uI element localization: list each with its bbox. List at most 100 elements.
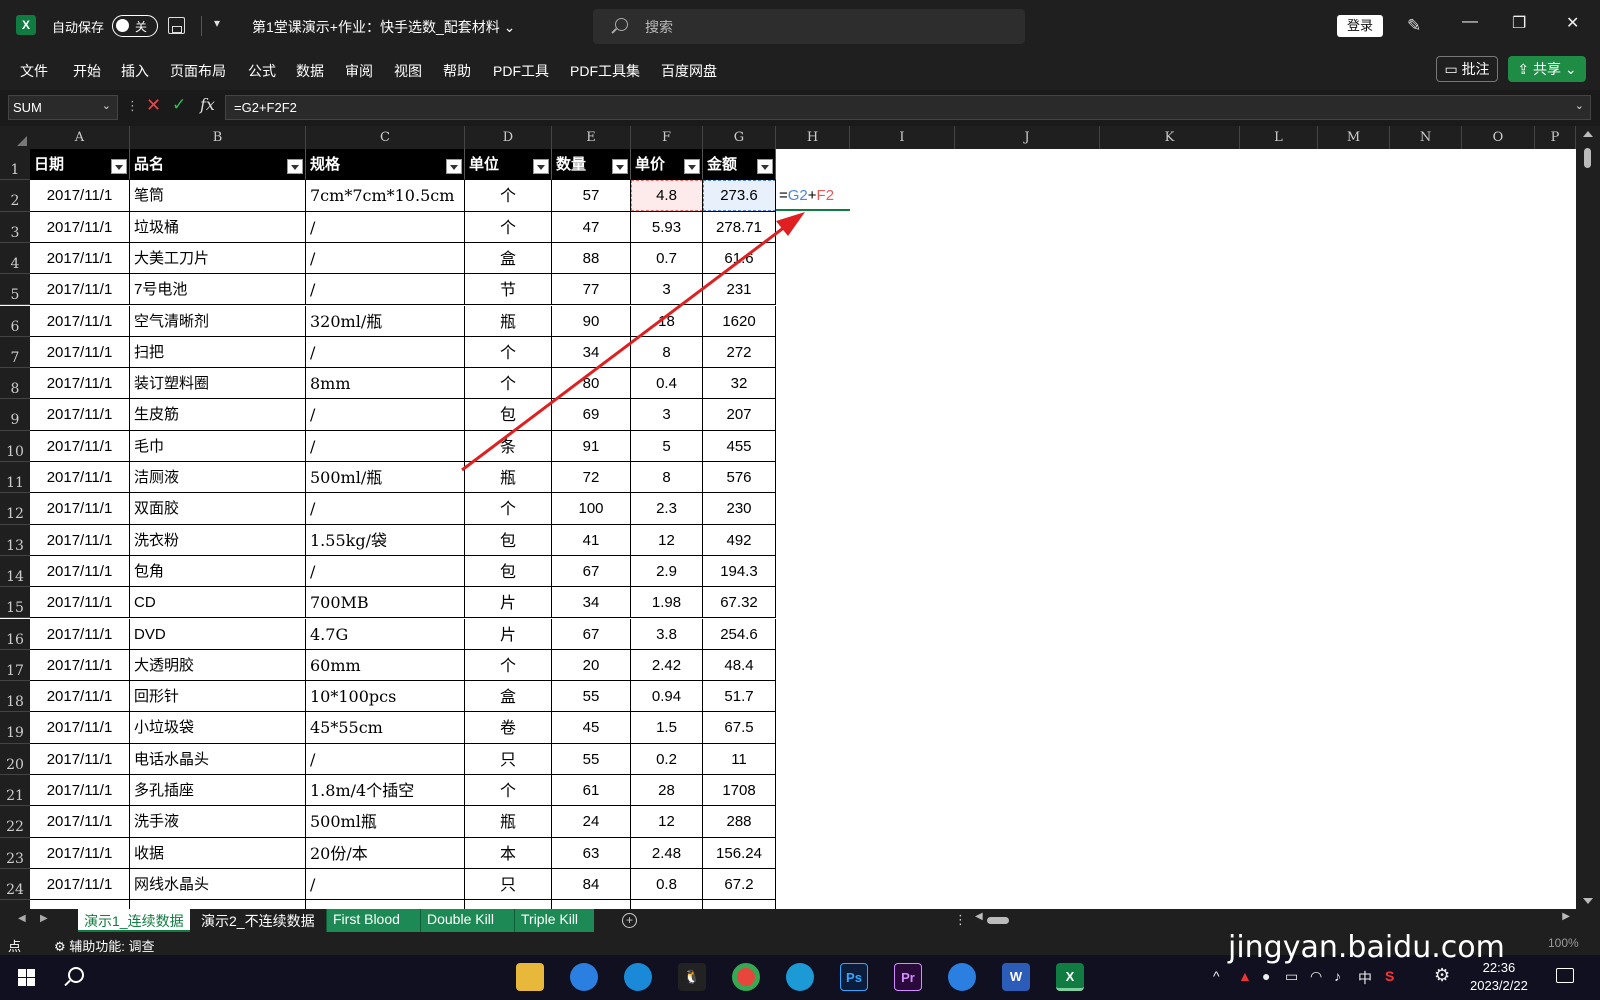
scroll-right-icon[interactable]: ▶ <box>1562 911 1570 922</box>
wifi-icon[interactable]: ◠ <box>1310 968 1322 985</box>
formula-bar: SUM ⌄ ⋮ ✕ ✓ fx =G2+F2F2 ⌄ <box>0 90 1600 126</box>
menu-home[interactable]: 开始 <box>73 61 101 81</box>
expand-formula-icon[interactable]: ⌄ <box>1575 99 1584 112</box>
sheet-tab-5[interactable]: Triple Kill <box>514 909 594 932</box>
tray-qq-icon[interactable]: ● <box>1262 968 1270 984</box>
accessibility-icon: ⚙ <box>54 939 66 954</box>
add-sheet-icon[interactable]: + <box>622 913 637 928</box>
share-label: 共享 <box>1533 61 1561 77</box>
watermark-url: jingyan.baidu.com <box>1228 930 1505 965</box>
qq-browser-2-app-icon[interactable] <box>948 963 976 991</box>
sogou-ime-icon[interactable]: S <box>1385 968 1394 984</box>
settings-gear-icon[interactable]: ⚙ <box>1434 965 1450 986</box>
search-placeholder: 搜索 <box>645 19 673 35</box>
sheet-tab-1[interactable]: 演示1_连续数据 <box>78 909 190 932</box>
qat-separator <box>201 16 202 36</box>
excel-app-icon[interactable]: X <box>1056 963 1084 991</box>
share-button[interactable]: ⇪ 共享 ⌄ <box>1508 56 1586 82</box>
chevron-down-icon[interactable]: ⌄ <box>102 99 111 112</box>
menu-pdf-tools[interactable]: PDF工具 <box>493 61 549 81</box>
sheet-tab-3[interactable]: First Blood <box>326 909 420 932</box>
share-icon: ⇪ <box>1517 61 1530 77</box>
minimize-button[interactable]: — <box>1462 13 1478 31</box>
menu-view[interactable]: 视图 <box>394 61 422 81</box>
menu-file[interactable]: 文件 <box>20 61 48 81</box>
confirm-entry-icon[interactable]: ✓ <box>172 95 186 115</box>
tab-splitter-icon[interactable]: ⋮ <box>954 912 967 928</box>
status-mode: 点 <box>8 939 22 954</box>
tray-device-icon[interactable]: ▭ <box>1285 968 1298 985</box>
edge-app-icon[interactable] <box>624 963 652 991</box>
annotation-arrow <box>461 212 805 472</box>
sheet-tab-4[interactable]: Double Kill <box>420 909 514 932</box>
notification-icon[interactable] <box>1556 968 1574 983</box>
taskbar-search-icon[interactable] <box>68 967 84 983</box>
autosave-toggle[interactable]: 关 <box>112 15 158 37</box>
folder-app-icon[interactable] <box>516 963 544 991</box>
accessibility-status[interactable]: ⚙ 辅助功能: 调查 <box>54 936 155 955</box>
worksheet-grid[interactable]: ABCDEFGHIJKLMNOP 1 2 3 4 5 6 7 8 9 10 11 12 13 14 15 16… <box>0 126 1600 909</box>
tray-app-icon[interactable]: ▲ <box>1238 968 1252 984</box>
comment-icon: ▭ <box>1444 61 1458 77</box>
scroll-up-icon[interactable] <box>1583 131 1593 137</box>
autosave-state: 关 <box>135 20 148 34</box>
search-input[interactable]: 搜索 <box>593 9 1025 44</box>
prev-sheet-icon[interactable]: ◀ <box>18 913 26 924</box>
login-button[interactable]: 登录 <box>1337 15 1383 37</box>
word-app-icon[interactable]: W <box>1002 963 1030 991</box>
clock-date: 2023/2/22 <box>1470 978 1528 993</box>
ribbon-menu: 文件 开始 插入 页面布局 公式 数据 审阅 视图 帮助 PDF工具 PDF工具… <box>0 52 1600 90</box>
title-bar: X 自动保存 关 ▾ 第1堂课演示+作业：快手选数_配套材料 ⌄ 搜索 登录 ✎… <box>0 0 1600 52</box>
menu-page-layout[interactable]: 页面布局 <box>170 61 226 81</box>
menu-data[interactable]: 数据 <box>296 61 324 81</box>
vertical-scrollbar[interactable] <box>1576 126 1600 909</box>
menu-formulas[interactable]: 公式 <box>248 61 276 81</box>
name-box-value: SUM <box>13 100 42 115</box>
menu-insert[interactable]: 插入 <box>121 61 149 81</box>
menu-review[interactable]: 审阅 <box>345 61 373 81</box>
vertical-scroll-thumb[interactable] <box>1584 148 1591 168</box>
sheet-tab-2[interactable]: 演示2_不连续数据 <box>195 909 321 932</box>
menu-baidu-pan[interactable]: 百度网盘 <box>661 61 717 81</box>
premiere-app-icon[interactable]: Pr <box>894 963 922 991</box>
windows-start-icon[interactable] <box>18 969 35 986</box>
insert-function-icon[interactable]: fx <box>200 95 215 114</box>
formula-bar-grip-icon[interactable]: ⋮ <box>126 98 139 114</box>
accessibility-label: 辅助功能: 调查 <box>69 939 155 954</box>
chrome-app-icon[interactable] <box>732 963 760 991</box>
toggle-knob <box>116 19 129 32</box>
customize-qat-icon[interactable]: ▾ <box>214 16 220 30</box>
menu-help[interactable]: 帮助 <box>443 61 471 81</box>
document-title[interactable]: 第1堂课演示+作业：快手选数_配套材料 ⌄ <box>252 17 515 37</box>
qq-browser-app-icon[interactable] <box>570 963 598 991</box>
pen-icon[interactable]: ✎ <box>1407 16 1421 36</box>
save-icon[interactable] <box>168 17 185 34</box>
formula-input[interactable]: =G2+F2F2 ⌄ <box>225 95 1591 120</box>
qq-app-icon[interactable]: 🐧 <box>678 963 706 991</box>
formula-text: =G2+F2F2 <box>234 100 297 115</box>
scroll-left-icon[interactable]: ◀ <box>975 911 983 922</box>
volume-icon[interactable]: ♪ <box>1334 968 1341 984</box>
scroll-down-icon[interactable] <box>1583 898 1593 904</box>
ime-indicator[interactable]: 中 <box>1358 968 1372 988</box>
horizontal-scroll-thumb[interactable] <box>987 917 1009 924</box>
tray-expand-icon[interactable]: ^ <box>1213 968 1220 984</box>
close-button[interactable]: ✕ <box>1566 13 1579 33</box>
comments-label: 批注 <box>1461 61 1490 77</box>
restore-button[interactable]: ❐ <box>1512 13 1526 33</box>
cancel-entry-icon[interactable]: ✕ <box>146 95 161 116</box>
arrow-head <box>776 212 805 236</box>
edge-dev-app-icon[interactable] <box>786 963 814 991</box>
arrow-line <box>461 221 791 472</box>
next-sheet-icon[interactable]: ▶ <box>40 913 48 924</box>
menu-pdf-toolset[interactable]: PDF工具集 <box>570 61 640 81</box>
watermark-brand: Bai 经验 <box>1225 853 1463 918</box>
excel-logo-icon: X <box>16 15 36 35</box>
search-icon <box>615 18 628 31</box>
comments-button[interactable]: ▭ 批注 <box>1436 56 1498 82</box>
photoshop-app-icon[interactable]: Ps <box>840 963 868 991</box>
zoom-level[interactable]: 100% <box>1548 936 1579 950</box>
name-box[interactable]: SUM ⌄ <box>8 95 118 120</box>
share-chevron-icon[interactable]: ⌄ <box>1565 61 1577 77</box>
autosave-label: 自动保存 <box>52 20 105 35</box>
